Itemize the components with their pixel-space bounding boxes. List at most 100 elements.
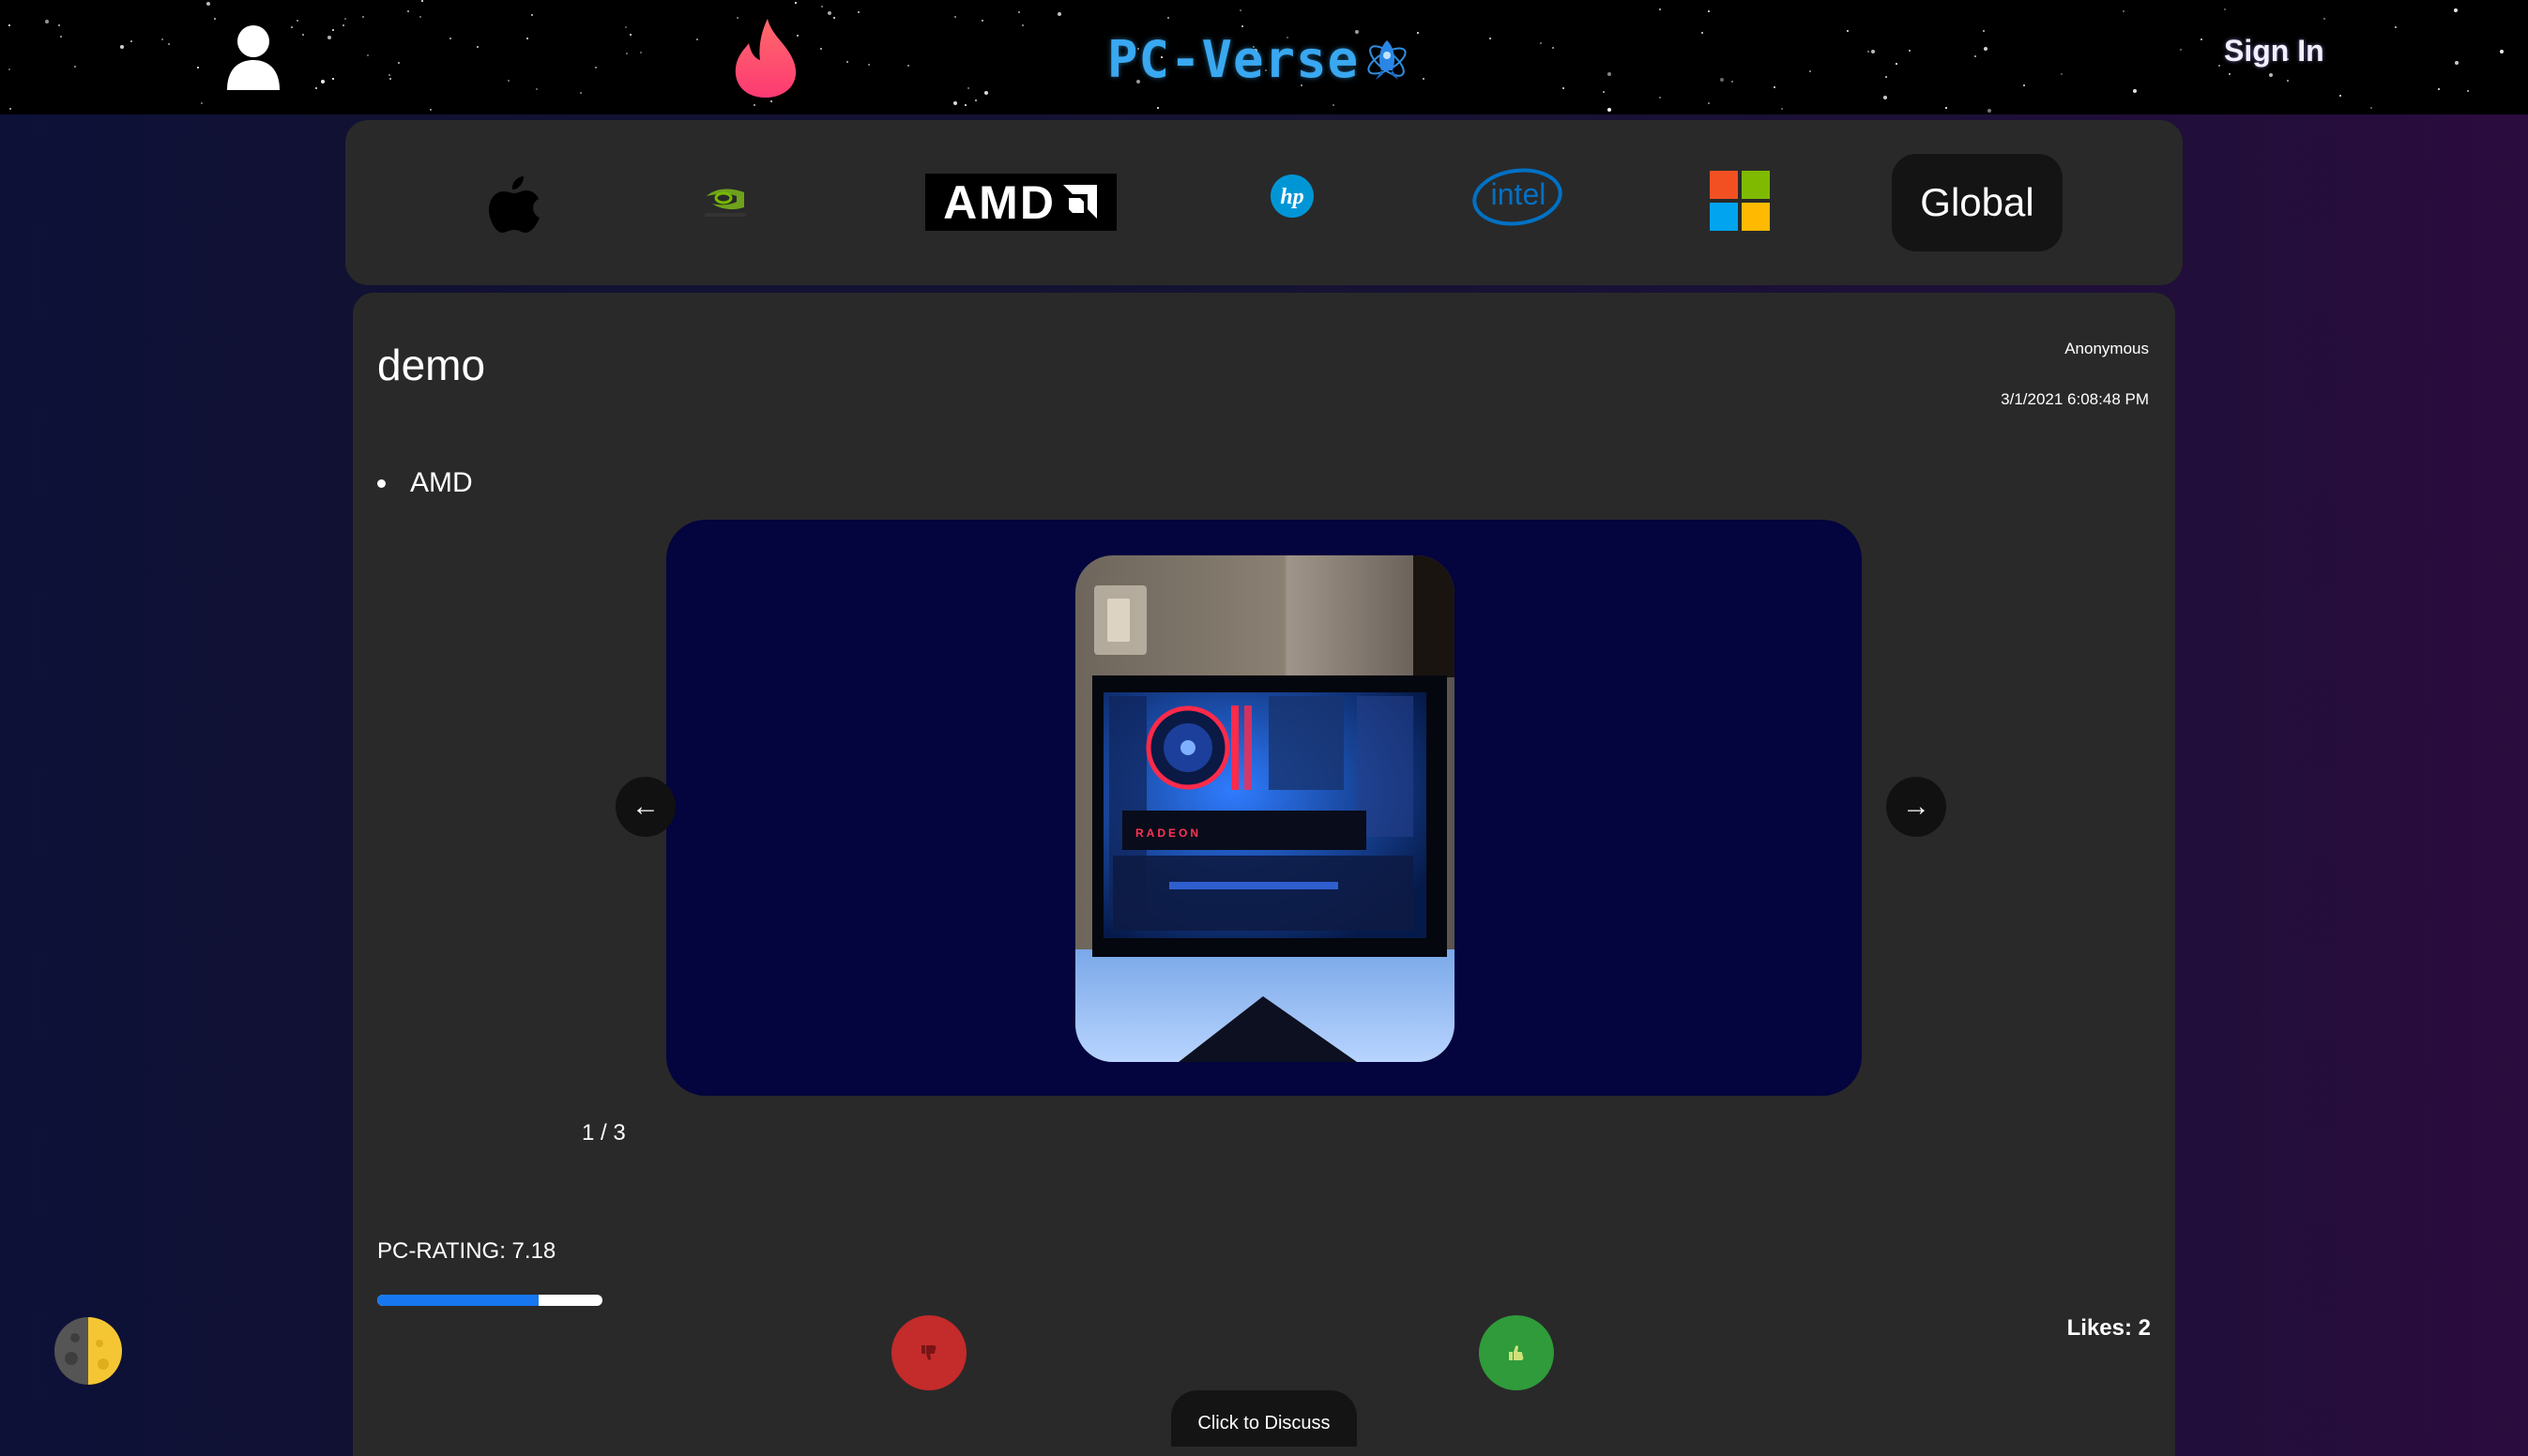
star [9, 108, 11, 110]
star [1607, 72, 1611, 76]
star [907, 65, 909, 67]
star [2218, 65, 2220, 67]
star [1945, 107, 1947, 109]
sign-in-link[interactable]: Sign In [2224, 34, 2324, 68]
star [954, 16, 956, 18]
star [1240, 9, 1241, 11]
amd-arrow-icon [1062, 184, 1097, 219]
star [2023, 84, 2025, 86]
star [161, 38, 163, 40]
star [754, 104, 755, 106]
star [770, 100, 772, 102]
star [526, 38, 528, 39]
star [2229, 73, 2231, 75]
star [2061, 73, 2063, 75]
discuss-button[interactable]: Click to Discuss [1171, 1390, 1357, 1447]
star [1701, 32, 1703, 34]
star [508, 80, 510, 82]
star [858, 11, 860, 13]
star [344, 18, 346, 20]
filter-microsoft[interactable] [1710, 171, 1770, 231]
post-title: demo [377, 341, 486, 389]
carousel-prev-button[interactable]: ← [616, 777, 676, 837]
post-date: 3/1/2021 6:08:48 PM [2001, 390, 2149, 408]
star [2370, 107, 2372, 109]
star [984, 91, 988, 95]
star [1540, 42, 1542, 44]
star [2224, 8, 2226, 10]
star [2454, 8, 2458, 12]
star [1157, 107, 1159, 109]
star [201, 102, 203, 104]
dislike-button[interactable] [891, 1315, 967, 1390]
filter-nvidia[interactable] [700, 178, 753, 225]
star [626, 53, 628, 54]
star [421, 0, 423, 2]
brand-title: PC-Verse [1107, 29, 1360, 89]
star [2180, 49, 2182, 51]
star [580, 92, 582, 94]
star [1984, 47, 1987, 51]
star [45, 20, 49, 23]
star [1659, 97, 1661, 99]
star [1659, 8, 1661, 10]
star [327, 36, 331, 39]
star [1809, 70, 1811, 72]
filter-global-button[interactable]: Global [1892, 154, 2063, 251]
filter-hp[interactable]: hp [1269, 173, 1316, 220]
star [2201, 38, 2202, 40]
star [8, 68, 10, 70]
star [953, 101, 957, 105]
fire-icon[interactable] [730, 17, 801, 99]
star [2287, 80, 2289, 82]
user-icon[interactable] [223, 23, 283, 92]
star [795, 2, 797, 4]
star [120, 45, 124, 49]
star [321, 80, 325, 83]
star [1871, 50, 1875, 53]
star [389, 78, 391, 80]
star [302, 34, 304, 36]
star [297, 20, 298, 22]
star [982, 20, 983, 22]
star [1603, 91, 1605, 93]
star [2455, 61, 2459, 65]
star [2438, 88, 2440, 90]
star [2500, 50, 2504, 53]
star [531, 14, 533, 16]
star [74, 66, 76, 68]
brand-logo[interactable]: PC-Verse [1107, 26, 1411, 92]
like-button[interactable] [1479, 1315, 1554, 1390]
star [1018, 11, 1020, 13]
star [1987, 109, 1991, 113]
star [1058, 12, 1061, 16]
star [1552, 47, 1554, 49]
star [1883, 96, 1887, 99]
star [388, 74, 390, 76]
star [58, 24, 60, 26]
thumbs-down-icon [921, 1345, 937, 1360]
filter-intel[interactable]: intel [1471, 165, 1563, 227]
star [291, 26, 293, 28]
pc-case-image: RADEON [1075, 555, 1454, 1062]
star [449, 38, 451, 39]
star [965, 104, 967, 106]
star [398, 62, 400, 64]
moon-theme-toggle-icon[interactable] [53, 1315, 124, 1387]
star [367, 54, 369, 56]
post-author: Anonymous [2064, 340, 2149, 357]
star [625, 26, 627, 28]
filter-apple[interactable] [486, 171, 542, 236]
star [407, 10, 409, 12]
carousel-next-button[interactable]: → [1886, 777, 1946, 837]
star [696, 38, 698, 40]
star [1022, 24, 1024, 26]
star [1417, 32, 1419, 34]
star [1774, 86, 1775, 88]
star [868, 64, 870, 66]
star [343, 24, 344, 26]
filter-amd[interactable]: AMD [925, 174, 1117, 231]
star [1974, 55, 1976, 57]
apple-logo-icon [489, 176, 540, 233]
star [2395, 26, 2397, 28]
